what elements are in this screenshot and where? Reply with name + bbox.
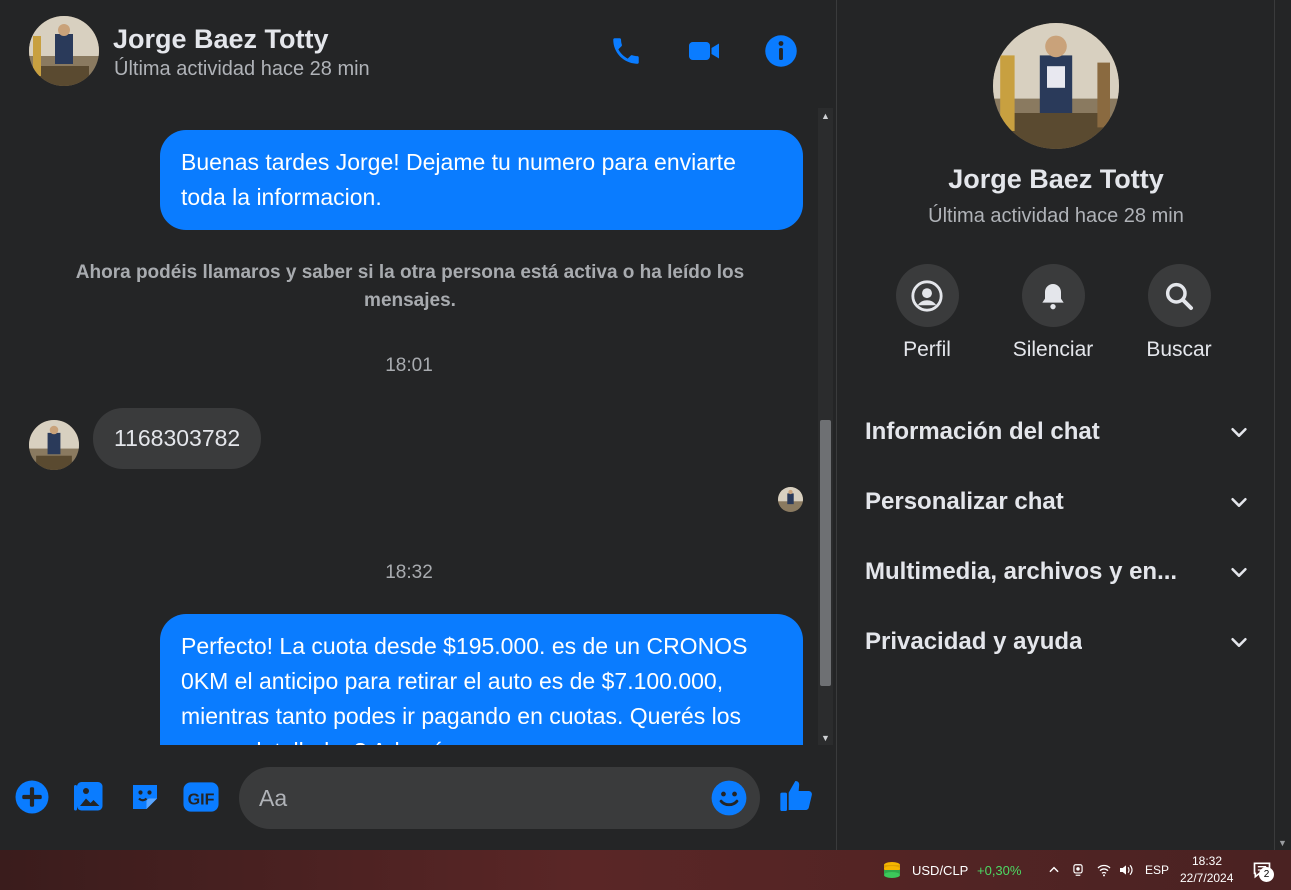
message-outgoing[interactable]: Buenas tardes Jorge! Dejame tu numero pa… — [160, 130, 803, 230]
chat-panel: Jorge Baez Totty Última actividad hace 2… — [0, 0, 837, 850]
more-actions-button[interactable] — [12, 777, 52, 817]
input-language[interactable]: ESP — [1145, 863, 1169, 877]
message-outgoing[interactable]: Perfecto! La cuota desde $195.000. es de… — [160, 614, 803, 745]
profile-status: Última actividad hace 28 min — [928, 205, 1184, 227]
section-label: Información del chat — [865, 418, 1100, 445]
chat-header: Jorge Baez Totty Última actividad hace 2… — [0, 0, 836, 104]
meet-now-icon[interactable] — [1068, 860, 1088, 880]
svg-text:GIF: GIF — [188, 790, 215, 808]
section-privacy-help[interactable]: Privacidad y ayuda — [865, 622, 1250, 662]
window-scroll-down-arrow[interactable]: ▼ — [1278, 838, 1287, 848]
profile-icon — [911, 279, 943, 312]
timestamp: 18:32 — [385, 562, 433, 583]
thumbs-up-icon — [780, 781, 812, 811]
emoji-icon — [711, 780, 747, 816]
chevron-up-icon[interactable] — [1044, 860, 1064, 880]
section-chat-info[interactable]: Información del chat — [865, 412, 1250, 452]
action-label: Silenciar — [1012, 338, 1094, 361]
scroll-up-arrow[interactable]: ▲ — [818, 108, 833, 123]
emoji-button[interactable] — [710, 779, 748, 817]
notification-count-badge: 2 — [1259, 867, 1274, 882]
window-scrollbar[interactable]: ▼ — [1274, 0, 1291, 850]
contact-avatar[interactable] — [29, 16, 99, 86]
profile-avatar[interactable] — [993, 23, 1119, 149]
ticker-change: +0,30% — [977, 863, 1022, 878]
gif-icon: GIF — [183, 782, 219, 812]
chevron-down-icon — [1231, 637, 1247, 647]
section-label: Multimedia, archivos y en... — [865, 558, 1178, 585]
sticker-button[interactable] — [125, 777, 165, 817]
profile-name: Jorge Baez Totty — [948, 164, 1164, 194]
video-camera-icon — [689, 42, 719, 60]
bell-icon — [1042, 283, 1064, 309]
contact-status: Última actividad hace 28 min — [114, 58, 370, 80]
ticker-symbol[interactable]: USD/CLP — [912, 863, 968, 878]
chevron-down-icon — [1231, 497, 1247, 507]
messenger-window: Jorge Baez Totty Última actividad hace 2… — [0, 0, 1291, 850]
profile-action-button[interactable]: Perfil — [872, 264, 982, 362]
wifi-icon[interactable] — [1094, 860, 1114, 880]
seen-indicator-avatar — [778, 487, 803, 512]
system-note: Ahora podéis llamaros y saber si la otra… — [75, 262, 745, 311]
action-label: Buscar — [1146, 338, 1212, 361]
message-incoming[interactable]: 1168303782 — [93, 408, 262, 469]
chevron-down-icon — [1231, 427, 1247, 437]
attach-photo-button[interactable] — [69, 777, 109, 817]
message-scrollbar[interactable]: ▲ ▼ — [818, 108, 833, 745]
video-call-button[interactable] — [685, 32, 723, 70]
contact-name[interactable]: Jorge Baez Totty — [113, 24, 329, 55]
message-input[interactable] — [259, 767, 699, 829]
sticker-icon — [133, 785, 157, 809]
search-icon — [1165, 282, 1193, 310]
chat-details-panel: Jorge Baez Totty Última actividad hace 2… — [838, 0, 1274, 850]
section-label: Personalizar chat — [865, 488, 1064, 515]
gif-button[interactable]: GIF — [181, 777, 221, 817]
scroll-down-arrow[interactable]: ▼ — [818, 730, 833, 745]
info-icon — [765, 35, 797, 67]
coins-icon[interactable] — [880, 858, 904, 882]
action-label: Perfil — [903, 338, 951, 361]
image-icon — [74, 782, 103, 811]
volume-icon[interactable] — [1116, 860, 1136, 880]
section-media-files[interactable]: Multimedia, archivos y en... — [865, 552, 1250, 592]
sender-avatar[interactable] — [29, 420, 79, 470]
timestamp: 18:01 — [385, 355, 433, 376]
voice-call-button[interactable] — [607, 32, 645, 70]
search-action-button[interactable]: Buscar — [1124, 264, 1234, 362]
section-label: Privacidad y ayuda — [865, 628, 1083, 655]
plus-circle-icon — [15, 780, 49, 814]
chevron-down-icon — [1231, 567, 1247, 577]
message-input-wrapper — [239, 767, 760, 829]
clock-date[interactable]: 22/7/2024 — [1180, 871, 1233, 885]
chat-info-button[interactable] — [762, 32, 800, 70]
mute-action-button[interactable]: Silenciar — [998, 264, 1108, 362]
scroll-thumb[interactable] — [820, 420, 831, 686]
clock-time[interactable]: 18:32 — [1192, 854, 1222, 868]
message-list[interactable]: Buenas tardes Jorge! Dejame tu numero pa… — [0, 104, 818, 745]
like-button[interactable] — [777, 776, 817, 816]
phone-icon — [613, 38, 639, 64]
section-customize-chat[interactable]: Personalizar chat — [865, 482, 1250, 522]
